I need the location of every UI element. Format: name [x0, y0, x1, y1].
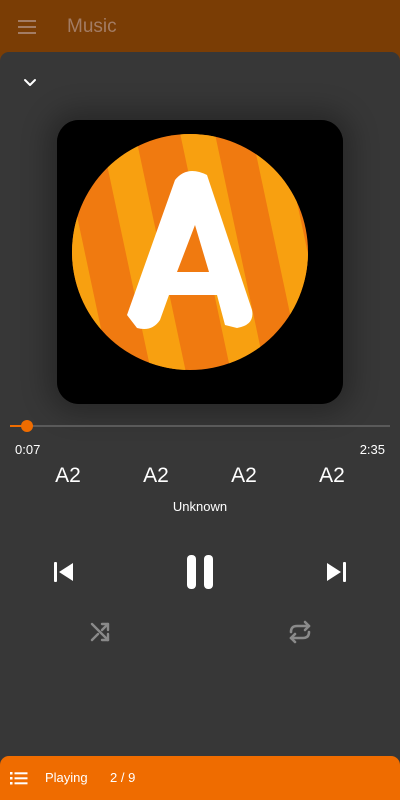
- album-art-image: [57, 120, 343, 404]
- menu-icon: [18, 20, 36, 34]
- skip-next-icon: [327, 562, 346, 582]
- track-meta-row: A2 A2 A2 A2: [0, 464, 400, 492]
- chevron-down-icon: [24, 79, 36, 86]
- seek-bar-thumb[interactable]: [21, 420, 34, 432]
- seek-bar[interactable]: [10, 420, 390, 432]
- shuffle-icon: [90, 622, 110, 642]
- queue-list-icon[interactable]: [10, 769, 28, 787]
- app-title: Music: [67, 16, 117, 37]
- artist-name: Unknown: [172, 499, 228, 514]
- repeat-icon: [289, 620, 311, 644]
- skip-previous-icon: [54, 562, 73, 582]
- now-playing-bar[interactable]: Playing 2 / 9: [0, 756, 400, 800]
- pause-button[interactable]: [178, 550, 222, 594]
- menu-button[interactable]: [14, 14, 40, 40]
- shuffle-button[interactable]: [86, 618, 114, 646]
- queue-position: 2 / 9: [110, 770, 136, 785]
- next-button[interactable]: [316, 552, 356, 592]
- track-meta-item: A2: [143, 464, 169, 487]
- top-app-bar: Music: [0, 0, 400, 56]
- total-time: 2:35: [359, 442, 385, 457]
- collapse-button[interactable]: [18, 70, 42, 94]
- repeat-button[interactable]: [285, 618, 315, 646]
- previous-button[interactable]: [44, 552, 84, 592]
- elapsed-time: 0:07: [15, 442, 41, 457]
- playing-status-label: Playing: [45, 770, 88, 785]
- pause-icon: [187, 555, 213, 589]
- track-meta-item: A2: [231, 464, 257, 487]
- track-meta-item: A2: [55, 464, 81, 487]
- track-meta-item: A2: [319, 464, 345, 487]
- album-art: [57, 120, 343, 404]
